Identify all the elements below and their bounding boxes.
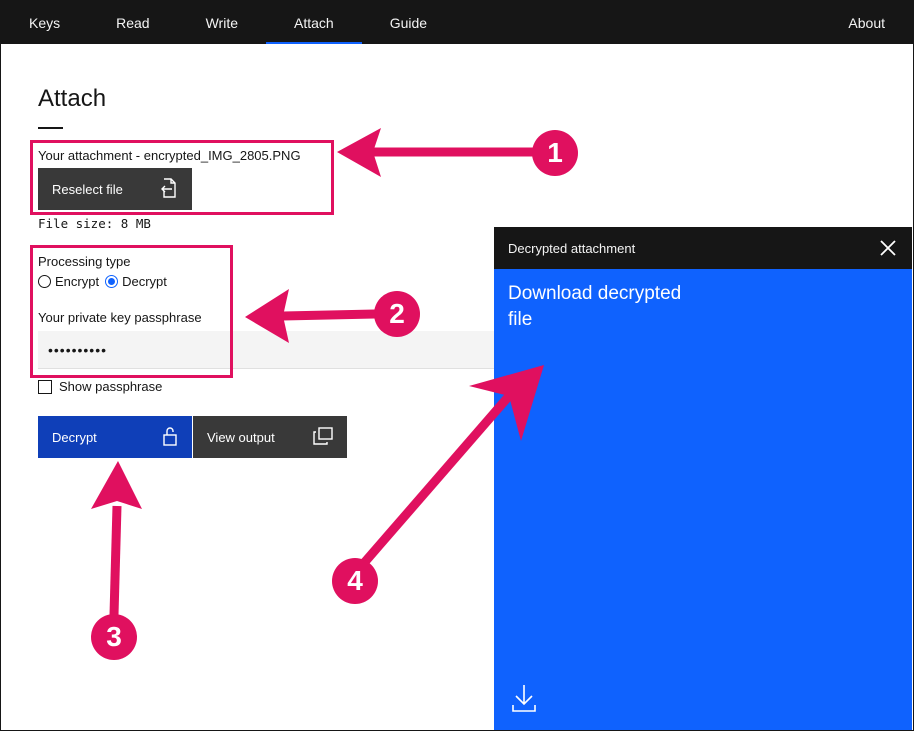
checkbox-box[interactable]: [38, 379, 52, 394]
unlock-icon: [162, 426, 178, 449]
highlight-box-2: [30, 245, 233, 378]
annotation-badge-2: 2: [374, 291, 420, 337]
view-output-label: View output: [207, 429, 275, 445]
nav-item-about[interactable]: About: [820, 1, 913, 44]
show-passphrase-checkbox[interactable]: Show passphrase: [38, 379, 162, 394]
annotation-arrow-4: [360, 393, 513, 566]
nav-item-attach[interactable]: Attach: [266, 1, 362, 44]
top-nav: Keys Read Write Attach Guide About: [1, 1, 913, 44]
view-output-button[interactable]: View output: [193, 416, 347, 458]
annotation-arrowhead-3: [91, 461, 142, 509]
nav-item-guide[interactable]: Guide: [362, 1, 455, 44]
decrypt-button[interactable]: Decrypt: [38, 416, 192, 458]
nav-item-write[interactable]: Write: [178, 1, 266, 44]
annotation-arrow-3: [109, 505, 122, 616]
close-icon[interactable]: [878, 238, 898, 258]
launch-icon: [313, 426, 333, 448]
decrypt-button-label: Decrypt: [52, 429, 97, 445]
panel-title: Decrypted attachment: [508, 240, 636, 256]
app-window: Keys Read Write Attach Guide About Attac…: [0, 0, 914, 731]
file-size-text: File size: 8 MB: [38, 216, 151, 231]
nav-item-read[interactable]: Read: [88, 1, 177, 44]
panel-header: Decrypted attachment: [494, 227, 912, 269]
highlight-box-1: [30, 140, 334, 215]
annotation-badge-1: 1: [532, 130, 578, 176]
download-icon[interactable]: [511, 683, 537, 713]
show-passphrase-label: Show passphrase: [59, 379, 163, 394]
title-underline: [38, 127, 63, 129]
annotation-badge-4: 4: [332, 558, 378, 604]
annotation-arrow-2: [282, 309, 376, 321]
decrypted-attachment-panel: Decrypted attachment Download decrypted …: [494, 227, 912, 730]
nav-item-keys[interactable]: Keys: [1, 1, 88, 44]
annotation-arrowhead-1: [337, 128, 381, 177]
download-decrypted-file-link[interactable]: Download decrypted file: [508, 281, 708, 333]
annotation-badge-3: 3: [91, 614, 137, 660]
page-title: Attach: [38, 85, 107, 112]
